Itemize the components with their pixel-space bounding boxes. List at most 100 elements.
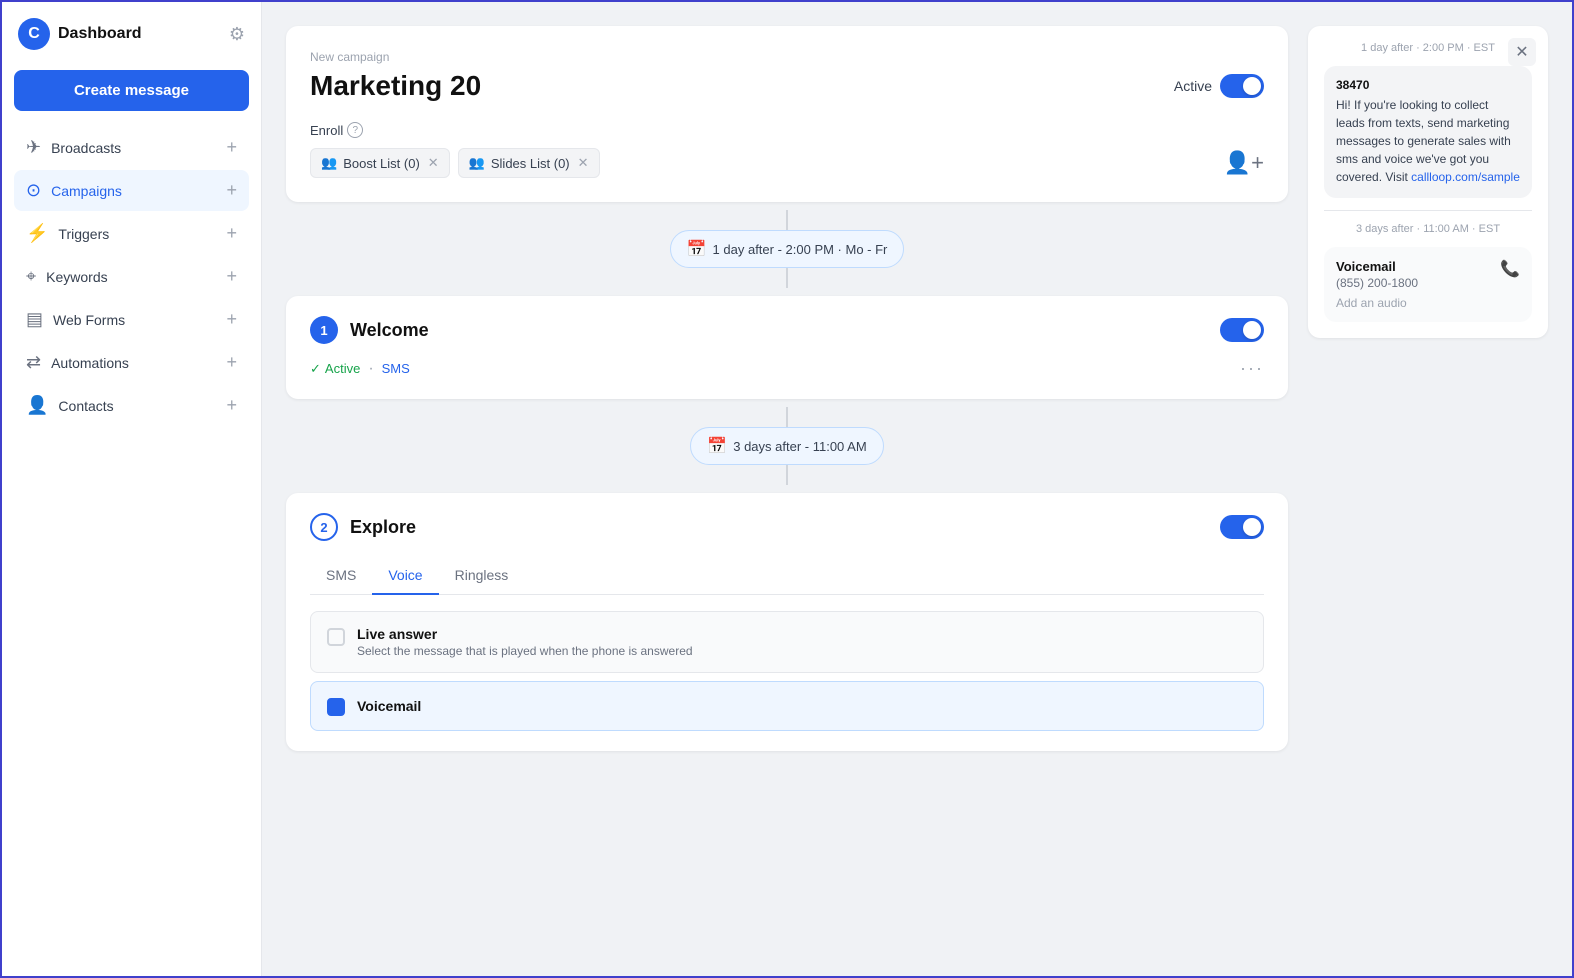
step-1-header: 1 Welcome — [310, 316, 1264, 344]
tag-remove-icon[interactable]: ✕ — [428, 155, 439, 171]
campaign-header: Marketing 20 Active — [310, 70, 1264, 102]
voicemail-row: Voicemail — [310, 681, 1264, 731]
step-2-name: Explore — [350, 517, 416, 538]
timeline-connector-2: 📅 3 days after - 11:00 AM — [286, 399, 1288, 493]
step-2-toggle[interactable] — [1220, 515, 1264, 539]
new-campaign-label: New campaign — [310, 50, 1264, 64]
tab-sms[interactable]: SMS — [310, 557, 372, 595]
timeline-connector-1: 📅 1 day after - 2:00 PM · Mo - Fr — [286, 202, 1288, 296]
more-options-button[interactable]: ··· — [1240, 358, 1264, 379]
schedule-icon-2: 📅 — [707, 436, 727, 456]
sidebar-item-campaigns[interactable]: ⊙ Campaigns + — [14, 170, 249, 211]
help-icon: ? — [347, 122, 363, 138]
sidebar: C Dashboard ⚙ Create message ✈ Broadcast… — [2, 2, 262, 976]
active-label: Active — [1174, 78, 1212, 94]
logo: C Dashboard — [18, 18, 142, 50]
campaigns-icon: ⊙ — [26, 180, 41, 201]
sidebar-nav: ✈ Broadcasts + ⊙ Campaigns + ⚡ Triggers … — [14, 127, 249, 428]
campaign-card: New campaign Marketing 20 Active Enroll … — [286, 26, 1288, 202]
schedule-badge-1[interactable]: 📅 1 day after - 2:00 PM · Mo - Fr — [670, 230, 905, 268]
dot-separator: · — [368, 360, 373, 378]
sidebar-item-label: Automations — [51, 355, 129, 371]
step-1-card: 1 Welcome ✓ Active · SMS ··· — [286, 296, 1288, 399]
triggers-icon: ⚡ — [26, 223, 48, 244]
step-1-footer: ✓ Active · SMS ··· — [310, 358, 1264, 379]
status-row: ✓ Active · SMS — [310, 360, 410, 378]
voicemail-bubble: Voicemail (855) 200-1800 Add an audio 📞 — [1324, 247, 1532, 322]
phone-icon: 📞 — [1500, 259, 1520, 279]
campaigns-add-icon[interactable]: + — [226, 180, 237, 201]
tag-slides-list: 👥 Slides List (0) ✕ — [458, 148, 600, 178]
enroll-label: Enroll ? — [310, 122, 1264, 138]
tag-label: Slides List (0) — [491, 156, 570, 171]
logo-icon: C — [18, 18, 50, 50]
message-link[interactable]: callloop.com/sample — [1411, 170, 1520, 184]
tab-voice[interactable]: Voice — [372, 557, 438, 595]
triggers-add-icon[interactable]: + — [226, 223, 237, 244]
voice-section: Live answer Select the message that is p… — [310, 611, 1264, 731]
connector-line — [786, 210, 788, 230]
sidebar-item-label: Triggers — [58, 226, 109, 242]
active-badge: Active — [1174, 74, 1264, 98]
sidebar-item-label: Broadcasts — [51, 140, 121, 156]
sidebar-item-keywords[interactable]: ⌖ Keywords + — [14, 256, 249, 297]
web-forms-add-icon[interactable]: + — [226, 309, 237, 330]
center-panel: New campaign Marketing 20 Active Enroll … — [286, 26, 1288, 952]
schedule-badge-2[interactable]: 📅 3 days after - 11:00 AM — [690, 427, 883, 465]
step-1-toggle[interactable] — [1220, 318, 1264, 342]
sidebar-item-label: Campaigns — [51, 183, 122, 199]
sidebar-item-contacts[interactable]: 👤 Contacts + — [14, 385, 249, 426]
tag-boost-list: 👥 Boost List (0) ✕ — [310, 148, 450, 178]
enroll-section: Enroll ? 👥 Boost List (0) ✕ 👥 Slides Lis… — [310, 122, 1264, 178]
step-1-name: Welcome — [350, 320, 429, 341]
sidebar-item-label: Keywords — [46, 269, 107, 285]
live-answer-row: Live answer Select the message that is p… — [310, 611, 1264, 673]
voicemail-phone: (855) 200-1800 — [1336, 276, 1418, 290]
sidebar-header: C Dashboard ⚙ — [14, 18, 249, 50]
right-panel: ✕ 1 day after · 2:00 PM · EST 38470 Hi! … — [1308, 26, 1548, 338]
connector-line-2 — [786, 268, 788, 288]
live-answer-checkbox[interactable] — [327, 628, 345, 646]
contacts-add-icon[interactable]: + — [226, 395, 237, 416]
add-contact-icon[interactable]: 👤+ — [1224, 150, 1264, 176]
enroll-row: 👥 Boost List (0) ✕ 👥 Slides List (0) ✕ 👤… — [310, 148, 1264, 178]
broadcasts-add-icon[interactable]: + — [226, 137, 237, 158]
voicemail-title: Voicemail — [1336, 259, 1418, 274]
sidebar-item-broadcasts[interactable]: ✈ Broadcasts + — [14, 127, 249, 168]
web-forms-icon: ▤ — [26, 309, 43, 330]
create-message-button[interactable]: Create message — [14, 70, 249, 111]
voicemail-checkbox[interactable] — [327, 698, 345, 716]
broadcasts-icon: ✈ — [26, 137, 41, 158]
campaign-title: Marketing 20 — [310, 70, 481, 102]
sidebar-item-web-forms[interactable]: ▤ Web Forms + — [14, 299, 249, 340]
status-active: ✓ Active — [310, 361, 360, 377]
keywords-add-icon[interactable]: + — [226, 266, 237, 287]
message-timestamp-2: 3 days after · 11:00 AM · EST — [1324, 223, 1532, 235]
main-content: New campaign Marketing 20 Active Enroll … — [262, 2, 1572, 976]
status-label: Active — [325, 361, 360, 376]
panel-divider — [1324, 210, 1532, 211]
keywords-icon: ⌖ — [26, 266, 36, 287]
sms-badge: SMS — [382, 361, 410, 376]
step-2-tabs: SMS Voice Ringless — [310, 557, 1264, 595]
sidebar-item-label: Contacts — [58, 398, 113, 414]
step-2-header: 2 Explore — [310, 513, 1264, 541]
step-2-card: 2 Explore SMS Voice Ringless Live answer — [286, 493, 1288, 751]
gear-icon[interactable]: ⚙ — [229, 24, 245, 45]
sidebar-title: Dashboard — [58, 25, 142, 43]
voicemail-label: Voicemail — [357, 698, 421, 714]
message-bubble-1: 38470 Hi! If you're looking to collect l… — [1324, 66, 1532, 198]
close-button[interactable]: ✕ — [1508, 38, 1536, 66]
step-2-number: 2 — [310, 513, 338, 541]
message-from: 38470 — [1336, 78, 1520, 92]
automations-add-icon[interactable]: + — [226, 352, 237, 373]
campaign-toggle[interactable] — [1220, 74, 1264, 98]
connector-line-3 — [786, 407, 788, 427]
checkmark-icon: ✓ — [310, 361, 321, 377]
sidebar-item-triggers[interactable]: ⚡ Triggers + — [14, 213, 249, 254]
sidebar-item-automations[interactable]: ⇄ Automations + — [14, 342, 249, 383]
tab-ringless[interactable]: Ringless — [439, 557, 525, 595]
contacts-icon: 👤 — [26, 395, 48, 416]
schedule-label: 1 day after - 2:00 PM · Mo - Fr — [713, 242, 888, 257]
tag-remove-icon-2[interactable]: ✕ — [578, 155, 589, 171]
